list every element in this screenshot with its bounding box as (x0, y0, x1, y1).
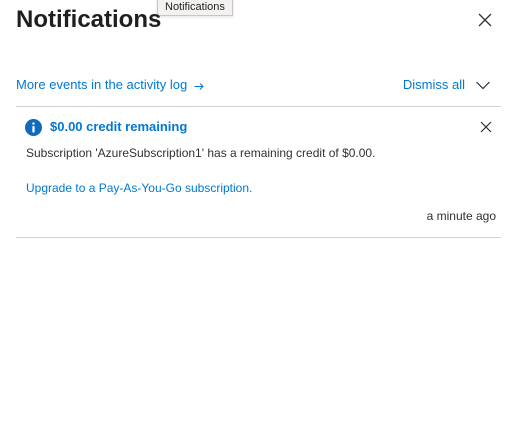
close-icon (480, 121, 492, 133)
activity-log-link-label: More events in the activity log (16, 77, 188, 92)
expand-toggle[interactable] (475, 78, 491, 92)
dismiss-notification-button[interactable] (479, 120, 493, 134)
notifications-toolbar: More events in the activity log Dismiss … (16, 74, 501, 96)
notification-timestamp: a minute ago (426, 209, 496, 223)
dismiss-all-button[interactable]: Dismiss all (403, 74, 465, 96)
arrow-right-icon (194, 82, 204, 90)
notification-title[interactable]: $0.00 credit remaining (50, 118, 187, 136)
divider (16, 237, 501, 238)
upgrade-subscription-link[interactable]: Upgrade to a Pay-As-You-Go subscription. (26, 179, 252, 197)
info-icon (25, 119, 42, 136)
notifications-panel: Notifications Notifications More events … (0, 0, 521, 447)
close-panel-button[interactable] (475, 10, 495, 30)
page-title: Notifications (16, 6, 162, 33)
notification-message: Subscription 'AzureSubscription1' has a … (26, 146, 376, 160)
notifications-tooltip: Notifications (157, 0, 233, 16)
chevron-down-icon (476, 81, 490, 90)
notification-card[interactable]: $0.00 credit remaining Subscription 'Azu… (16, 107, 501, 237)
activity-log-link[interactable]: More events in the activity log (16, 74, 205, 96)
close-icon (478, 13, 492, 27)
